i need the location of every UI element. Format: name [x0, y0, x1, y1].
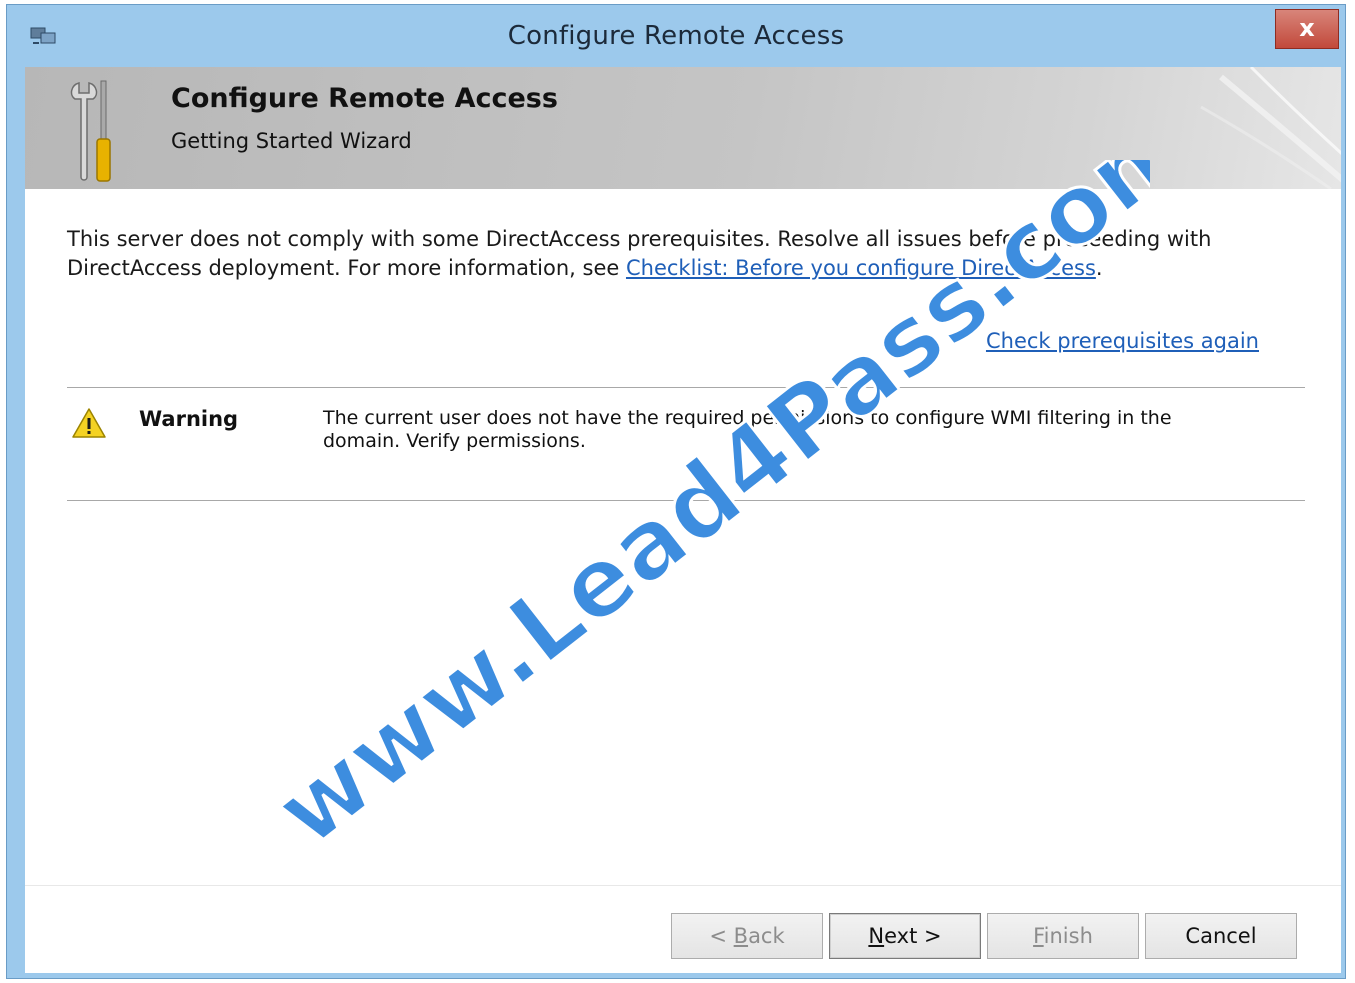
issue-severity: Warning — [139, 407, 239, 431]
next-button-mnemonic: N — [868, 924, 885, 948]
window-title: Configure Remote Access — [507, 21, 845, 51]
back-button[interactable]: < Back — [671, 913, 823, 959]
footer-separator — [25, 885, 1341, 886]
check-prerequisites-again-link[interactable]: Check prerequisites again — [986, 329, 1259, 353]
wizard-header-banner: Configure Remote Access Getting Started … — [25, 67, 1341, 189]
prerequisite-trailing: . — [1095, 256, 1103, 280]
wizard-heading: Configure Remote Access — [171, 83, 558, 114]
checklist-link[interactable]: Checklist: Before you configure DirectAc… — [626, 256, 1096, 280]
wizard-subheading: Getting Started Wizard — [171, 129, 412, 153]
wizard-client-area: Configure Remote Access Getting Started … — [25, 67, 1341, 973]
issue-message: The current user does not have the requi… — [323, 407, 1172, 452]
banner-decoration — [1200, 67, 1341, 189]
title-bar[interactable]: Configure Remote Access x — [7, 5, 1345, 67]
divider-top — [67, 387, 1305, 388]
cancel-button[interactable]: Cancel — [1145, 913, 1297, 959]
tools-icon — [70, 80, 111, 182]
back-button-prefix: < — [709, 924, 734, 948]
back-button-mnemonic: B — [733, 924, 749, 948]
prerequisite-message: This server does not comply with some Di… — [67, 225, 1307, 283]
dialog-window: Configure Remote Access x Configure Remo… — [6, 4, 1346, 979]
close-button[interactable]: x — [1275, 9, 1339, 49]
issue-row: Warning The current user does not have t… — [67, 403, 1307, 483]
next-button[interactable]: Next > — [829, 913, 981, 959]
finish-button[interactable]: Finish — [987, 913, 1139, 959]
divider-bottom — [67, 500, 1305, 501]
warning-icon — [72, 408, 106, 438]
finish-button-rest: inish — [1043, 924, 1093, 948]
finish-button-mnemonic: F — [1033, 924, 1044, 948]
next-button-rest: ext > — [884, 924, 942, 948]
back-button-rest: ack — [748, 924, 785, 948]
